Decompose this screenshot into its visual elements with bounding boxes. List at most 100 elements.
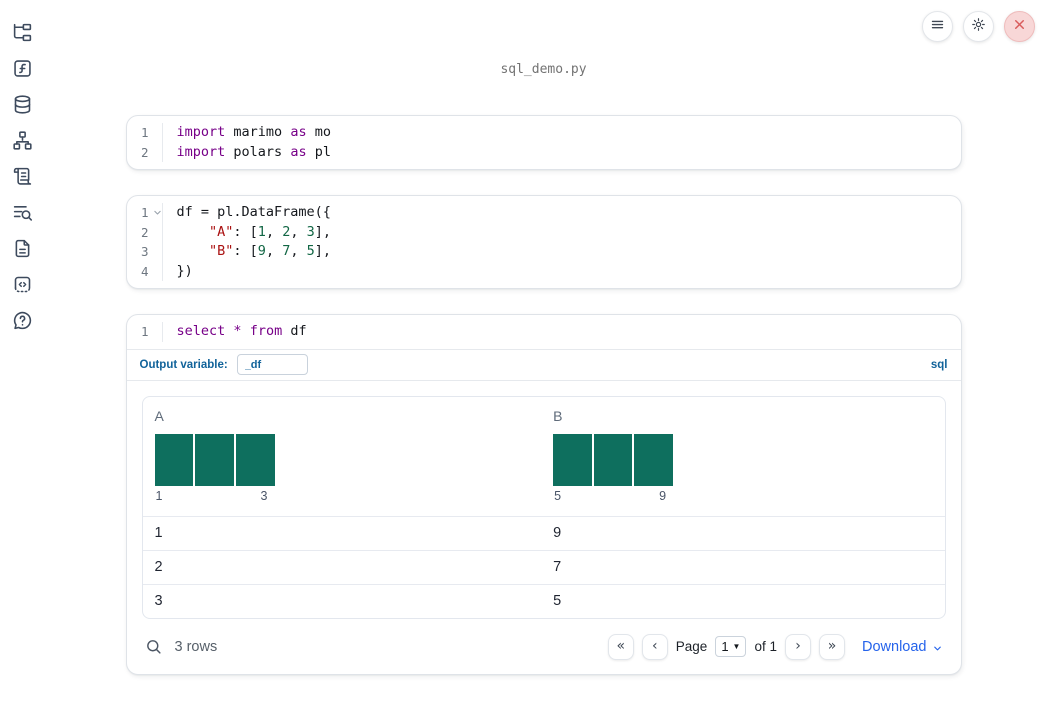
line-number: 2 [127,222,163,242]
download-label: Download [862,638,927,655]
page-select[interactable]: 1 ▼ [715,636,747,657]
first-page-button[interactable]: « [607,633,634,660]
sql-editor[interactable]: 1 select * from df [127,315,961,349]
sql-cell[interactable]: 1 select * from df Output variable: sql A… [125,314,962,675]
download-button[interactable]: Download [862,639,943,655]
chevron-down-icon [932,640,943,654]
histogram-axis-labels: 13 [155,488,268,503]
close-button[interactable] [1004,11,1035,42]
table-cell: 2 [154,559,163,575]
message-question-icon [12,310,33,331]
sidebar-item-data-sources[interactable] [10,94,34,115]
histogram-axis-labels: 59 [554,488,667,503]
code-line: 1 select * from df [127,322,961,342]
code-text: }) [176,262,193,279]
code-box-icon [12,274,33,295]
line-number: 3 [127,242,163,262]
output-variable-input[interactable] [236,354,308,375]
line-number: 4 [127,261,163,281]
column-histogram [154,433,275,486]
settings-button[interactable] [963,11,994,42]
histogram-bar [593,433,633,486]
notebook-actions [922,11,1035,42]
code-text: import polars as pl [176,143,331,160]
sidebar-item-file-explorer[interactable] [10,22,34,43]
sidebar-item-help-chat[interactable] [10,310,34,331]
output-variable-label: Output variable: [139,358,228,371]
code-text: import marimo as mo [176,124,331,140]
line-number: 1 [127,322,163,342]
column-histogram [553,433,674,486]
column-header-B[interactable]: B 59 [541,397,944,516]
fold-chevron-icon[interactable] [153,208,162,217]
histogram-bar [195,433,234,486]
cell-output: A13B59 192735 3 rows « ‹ Page 1 ▼ of 1 ›… [126,379,961,674]
sidebar-item-variables[interactable] [10,58,34,79]
column-name: A [154,407,164,424]
code-line: 4}) [127,261,961,281]
histogram-bar [235,433,275,486]
sidebar-item-outline[interactable] [10,202,34,223]
table-row[interactable]: 19 [142,515,945,550]
folder-tree-icon [12,22,33,43]
code-editor[interactable]: 1 df = pl.DataFrame({2 "A": [1, 2, 3], 3 "… [127,196,961,288]
table-cell: 9 [553,525,562,541]
code-line: 3 "B": [9, 7, 5], [127,242,961,262]
next-page-button[interactable]: › [785,633,811,660]
page-select-value: 1 [721,639,729,654]
code-text: df = pl.DataFrame({ [176,204,331,220]
dataframe-table: A13B59 192735 [141,395,946,619]
table-row[interactable]: 35 [142,583,945,618]
page-label: Page [675,639,708,654]
table-cell: 5 [553,593,562,609]
sidebar-item-snippets[interactable] [10,274,34,295]
sidebar-item-logs[interactable] [10,166,34,187]
sql-options-strip: Output variable: sql [126,348,961,380]
table-row[interactable]: 27 [142,549,945,584]
code-line: 1 df = pl.DataFrame({ [127,203,961,223]
close-icon [1012,17,1027,37]
table-body: 192735 [142,515,945,618]
prev-page-button[interactable]: ‹ [641,633,668,660]
database-icon [12,94,33,115]
code-line: 2 "A": [1, 2, 3], [127,222,961,242]
scroll-text-icon [12,166,33,187]
code-line: 2 import polars as pl [127,142,961,162]
table-cell: 7 [553,559,562,575]
list-search-icon [12,202,33,223]
file-text-icon [12,238,33,259]
histogram-bar [553,433,592,486]
code-text: "B": [9, 7, 5], [209,243,332,259]
table-cell: 1 [154,525,163,541]
sidebar-item-dependency-graph[interactable] [10,130,34,151]
code-text: "A": [1, 2, 3], [209,223,332,240]
column-header-A[interactable]: A 13 [143,397,542,516]
line-number: 1 [127,203,163,223]
search-icon[interactable] [145,638,162,655]
code-cell-imports[interactable]: 1 import marimo as mo 2 import polars as pl [125,115,962,170]
table-cell: 3 [154,593,163,609]
notebook-filename: sql_demo.py [500,62,587,77]
notebook-main: sql_demo.py 1 import marimo as mo 2 import … [44,0,1043,713]
line-number: 2 [127,142,163,162]
menu-button[interactable] [922,11,953,42]
function-square-icon [12,58,33,79]
chevron-down-icon: ▼ [732,642,741,651]
row-count-group: 3 rows [145,638,218,655]
last-page-button[interactable]: » [819,633,845,660]
row-count: 3 rows [174,638,218,655]
code-editor[interactable]: 1 import marimo as mo 2 import polars as pl [127,116,961,169]
code-line: 1 import marimo as mo [127,123,961,143]
pagination: « ‹ Page 1 ▼ of 1 › » Download [607,633,943,660]
line-number: 1 [127,123,163,143]
language-badge: sql [930,358,948,371]
table-footer: 3 rows « ‹ Page 1 ▼ of 1 › » Download [142,632,946,662]
table-header: A 13 B 59 [143,397,945,516]
page-total-label: of 1 [754,639,777,654]
hamburger-menu-icon [930,17,945,37]
cells-container: 1 import marimo as mo 2 import polars as pl… [125,115,962,675]
histogram-bar [154,433,194,486]
gear-icon [971,17,986,37]
sidebar-item-documentation[interactable] [10,238,34,259]
code-cell-dataframe[interactable]: 1 df = pl.DataFrame({2 "A": [1, 2, 3], 3 "… [125,195,962,289]
